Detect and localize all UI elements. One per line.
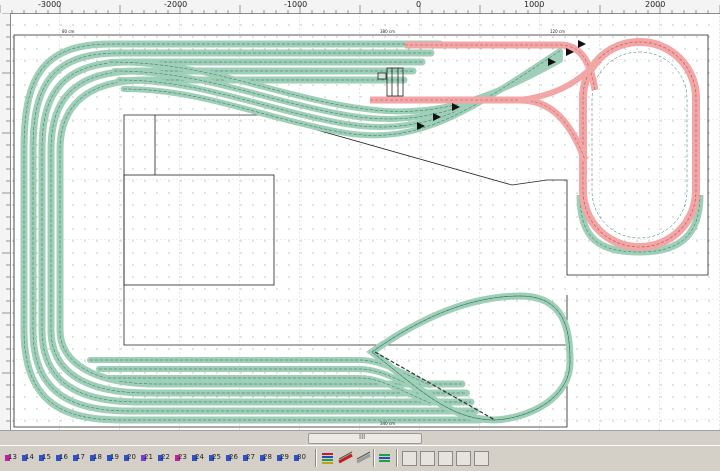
dim-label-top-left: 80 cm: [62, 29, 75, 34]
rail-red-icon[interactable]: [338, 450, 353, 466]
layer-button-24[interactable]: 24: [192, 450, 207, 466]
toolbar-separator: [315, 449, 317, 467]
layer-button-28[interactable]: 28: [260, 450, 275, 466]
layer-label: 22: [161, 453, 170, 461]
layer-label: 20: [127, 453, 136, 461]
layer-label: 24: [195, 453, 204, 461]
layer-button-13[interactable]: 13: [5, 450, 20, 466]
layer-label: 29: [280, 453, 289, 461]
dim-label-top-mid: 380 cm: [380, 29, 395, 34]
layer-label: 14: [25, 453, 34, 461]
layer-button-25[interactable]: 25: [209, 450, 224, 466]
vertical-ruler: [0, 12, 11, 430]
nav-up-icon[interactable]: [438, 451, 453, 466]
layer-button-22[interactable]: 22: [158, 450, 173, 466]
layer-button-21[interactable]: 21: [141, 450, 156, 466]
layer-label: 27: [246, 453, 255, 461]
nav-last-icon[interactable]: [474, 451, 489, 466]
layer-button-19[interactable]: 19: [107, 450, 122, 466]
layer-label: 16: [59, 453, 68, 461]
layer-label: 18: [93, 453, 102, 461]
layer-button-23[interactable]: 23: [175, 450, 190, 466]
dim-label-top-right: 120 cm: [550, 29, 565, 34]
ruler-label-2000: 2000: [645, 0, 666, 9]
layout-canvas[interactable]: 80 cm 120 cm 380 cm 340 cm: [11, 14, 720, 430]
layer-label: 13: [8, 453, 17, 461]
scrollbar-thumb[interactable]: III: [308, 433, 422, 444]
layer-label: 25: [212, 453, 221, 461]
layer-label: 19: [110, 453, 119, 461]
nav-next-icon[interactable]: [456, 451, 471, 466]
layer-button-29[interactable]: 29: [277, 450, 292, 466]
layers-stack-icon[interactable]: [320, 450, 335, 466]
layer-button-26[interactable]: 26: [226, 450, 241, 466]
ruler-label-1000: 1000: [524, 0, 545, 9]
layer-button-17[interactable]: 17: [73, 450, 88, 466]
ruler-label-0: 0: [416, 0, 422, 9]
ruler-label-m3000: -3000: [38, 0, 62, 9]
layer-label: 21: [144, 453, 153, 461]
layer-label: 23: [178, 453, 187, 461]
horizontal-scrollbar[interactable]: III: [0, 430, 720, 445]
layer-button-20[interactable]: 20: [124, 450, 139, 466]
toolbar-separator: [373, 449, 375, 467]
toolbar-separator: [396, 449, 398, 467]
ruler-label-m2000: -2000: [164, 0, 188, 9]
vertical-ruler-ticks: [2, 12, 10, 422]
ruler-label-m1000: -1000: [284, 0, 308, 9]
layer-button-30[interactable]: 30: [294, 450, 309, 466]
layer-label: 15: [42, 453, 51, 461]
layer-toolbar: 13 14 15 16 17 18 19 20 21 22 23 24 25 26 27 28 29 30: [0, 445, 720, 471]
nav-first-icon[interactable]: [402, 451, 417, 466]
scrollbar-grip: III: [359, 433, 366, 441]
nav-prev-icon[interactable]: [420, 451, 435, 466]
layer-button-15[interactable]: 15: [39, 450, 54, 466]
layer-label: 26: [229, 453, 238, 461]
layers-green-icon[interactable]: [377, 450, 392, 466]
horizontal-ruler: -3000 -2000 -1000 0 1000 2000: [0, 0, 720, 15]
layer-label: 30: [297, 453, 306, 461]
dim-label-bottom: 340 cm: [380, 421, 395, 426]
layer-button-27[interactable]: 27: [243, 450, 258, 466]
layer-button-14[interactable]: 14: [22, 450, 37, 466]
layer-label: 17: [76, 453, 85, 461]
track-plan-drawing[interactable]: 80 cm 120 cm 380 cm 340 cm: [11, 14, 720, 430]
layer-label: 28: [263, 453, 272, 461]
layer-button-16[interactable]: 16: [56, 450, 71, 466]
layer-button-18[interactable]: 18: [90, 450, 105, 466]
rail-gray-icon[interactable]: [356, 450, 371, 466]
